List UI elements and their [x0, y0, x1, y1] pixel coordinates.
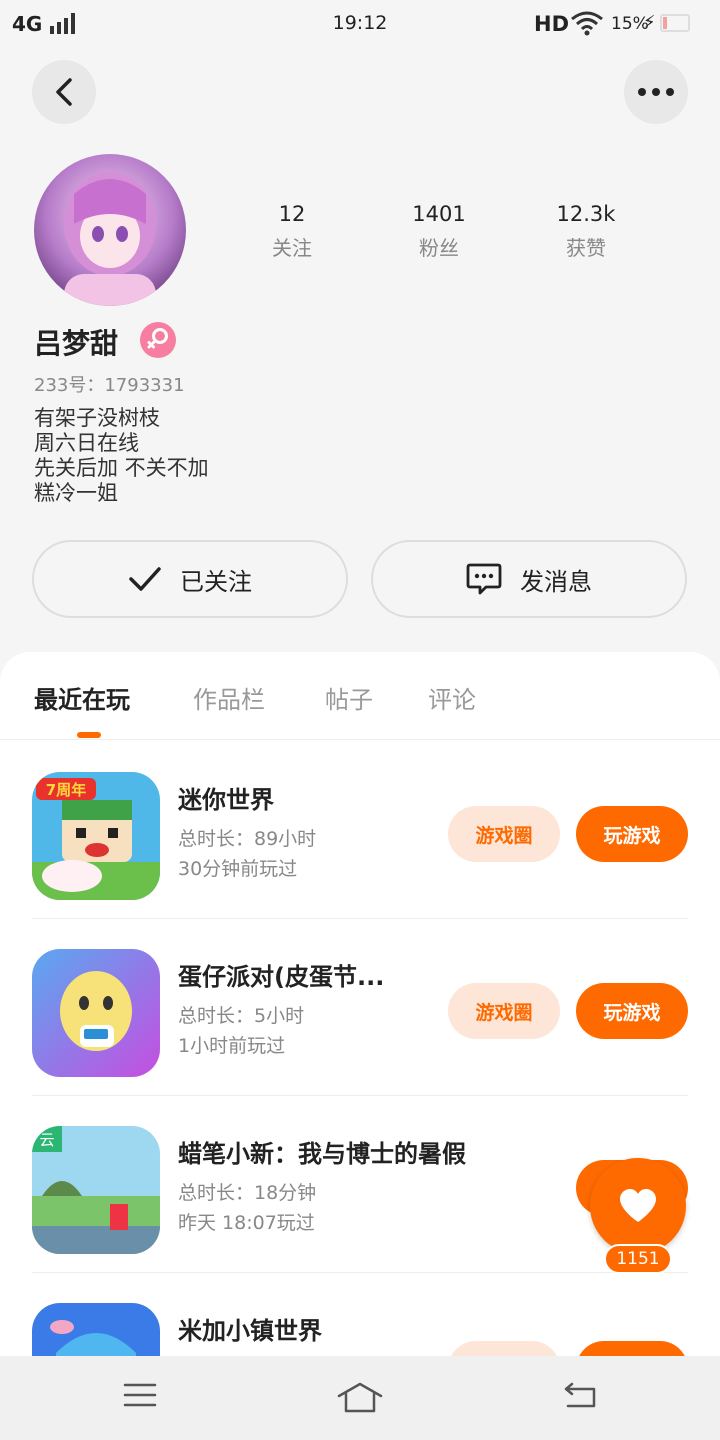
- play-game-button[interactable]: 玩游戏: [576, 983, 688, 1039]
- game-icon[interactable]: 云: [32, 1126, 160, 1254]
- bio-line: 糕冷一姐: [34, 481, 118, 505]
- game-circle-button[interactable]: 游戏圈: [448, 983, 560, 1039]
- game-title: 蜡笔小新：我与博士的暑假: [178, 1140, 466, 1168]
- tab-works[interactable]: 作品栏: [193, 680, 265, 715]
- tab-bar: 最近在玩 作品栏 帖子 评论: [0, 652, 720, 740]
- stat-value: 12.3k: [556, 202, 616, 226]
- followed-button[interactable]: 已关注: [32, 540, 348, 618]
- game-last-played: 昨天 18:07玩过: [178, 1212, 315, 1234]
- stat-following[interactable]: 12 关注: [232, 202, 352, 261]
- stat-likes[interactable]: 12.3k 获赞: [526, 202, 646, 261]
- user-id: 233号：1793331: [34, 371, 185, 397]
- game-icon[interactable]: 7周年: [32, 772, 160, 900]
- stat-value: 1401: [412, 202, 466, 226]
- hd-indicator: HD: [534, 12, 570, 36]
- tab-comments[interactable]: 评论: [428, 680, 476, 715]
- game-row[interactable]: 蛋仔派对(皮蛋节... 总时长：5小时 1小时前玩过 游戏圈 玩游戏: [32, 919, 688, 1096]
- game-row[interactable]: 米加小镇世界: [32, 1273, 688, 1362]
- game-title: 米加小镇世界: [178, 1317, 322, 1345]
- checkmark-icon: [129, 567, 161, 591]
- user-id-label: 233号：: [34, 375, 105, 396]
- tab-posts[interactable]: 帖子: [325, 680, 373, 715]
- profile-bio: 有架子没树枝 周六日在线 先关后加 不关不加 糕冷一姐: [34, 406, 209, 506]
- user-id-value: 1793331: [104, 375, 185, 396]
- stat-label: 粉丝: [419, 236, 459, 260]
- game-duration: 总时长：18分钟: [178, 1182, 317, 1204]
- system-nav-bar: [0, 1356, 720, 1440]
- bio-line: 有架子没树枝: [34, 406, 160, 430]
- game-icon[interactable]: [32, 1303, 160, 1362]
- followed-label: 已关注: [180, 567, 252, 596]
- wifi-icon: [570, 10, 604, 41]
- tab-indicator: [77, 732, 101, 738]
- play-game-button[interactable]: 玩游戏: [576, 806, 688, 862]
- tab-recently-played[interactable]: 最近在玩: [34, 680, 130, 715]
- game-circle-button[interactable]: 游戏圈: [448, 806, 560, 862]
- chat-bubble-icon: [466, 563, 502, 595]
- like-float-button[interactable]: [590, 1158, 686, 1254]
- like-count-badge: 1151: [604, 1244, 672, 1274]
- game-row[interactable]: 7周年 迷你世界 总时长：89小时 30分钟前玩过 游戏圈 玩游戏: [32, 742, 688, 919]
- avatar[interactable]: [34, 154, 186, 306]
- more-dots-icon: [638, 88, 674, 96]
- game-duration: 总时长：5小时: [178, 1005, 305, 1027]
- female-gender-icon: [140, 322, 176, 358]
- game-duration: 总时长：89小时: [178, 828, 317, 850]
- menu-icon: [123, 1383, 157, 1407]
- stat-value: 12: [278, 202, 306, 226]
- send-message-button[interactable]: 发消息: [371, 540, 687, 618]
- battery-icon: [660, 14, 690, 32]
- stat-label: 获赞: [566, 236, 606, 260]
- cloud-badge: 云: [39, 1131, 54, 1149]
- status-bar: 4G 19:12 HD 15% ⚡: [0, 0, 720, 50]
- game-title: 蛋仔派对(皮蛋节...: [178, 963, 385, 991]
- game-row[interactable]: 云 蜡笔小新：我与博士的暑假 总时长：18分钟 昨天 18:07玩过: [32, 1096, 688, 1273]
- game-title: 迷你世界: [178, 786, 274, 814]
- heart-icon: [620, 1189, 656, 1222]
- game-icon[interactable]: [32, 949, 160, 1077]
- bio-line: 先关后加 不关不加: [34, 456, 209, 480]
- charging-icon: ⚡: [643, 12, 656, 33]
- game-last-played: 1小时前玩过: [178, 1035, 286, 1057]
- game-last-played: 30分钟前玩过: [178, 858, 298, 880]
- chevron-left-icon: [56, 78, 72, 106]
- back-nav-button[interactable]: [560, 1380, 600, 1414]
- home-icon: [337, 1382, 383, 1413]
- stat-followers[interactable]: 1401 粉丝: [379, 202, 499, 261]
- stat-label: 关注: [272, 236, 312, 260]
- back-button[interactable]: [32, 60, 96, 124]
- home-nav-button[interactable]: [336, 1380, 384, 1418]
- game-icon-badge: 7周年: [46, 781, 86, 799]
- profile-name: 吕梦甜: [34, 327, 119, 360]
- send-message-label: 发消息: [520, 567, 592, 596]
- menu-nav-button[interactable]: [122, 1380, 158, 1414]
- return-icon: [564, 1382, 596, 1408]
- bio-line: 周六日在线: [34, 431, 139, 455]
- more-button[interactable]: [624, 60, 688, 124]
